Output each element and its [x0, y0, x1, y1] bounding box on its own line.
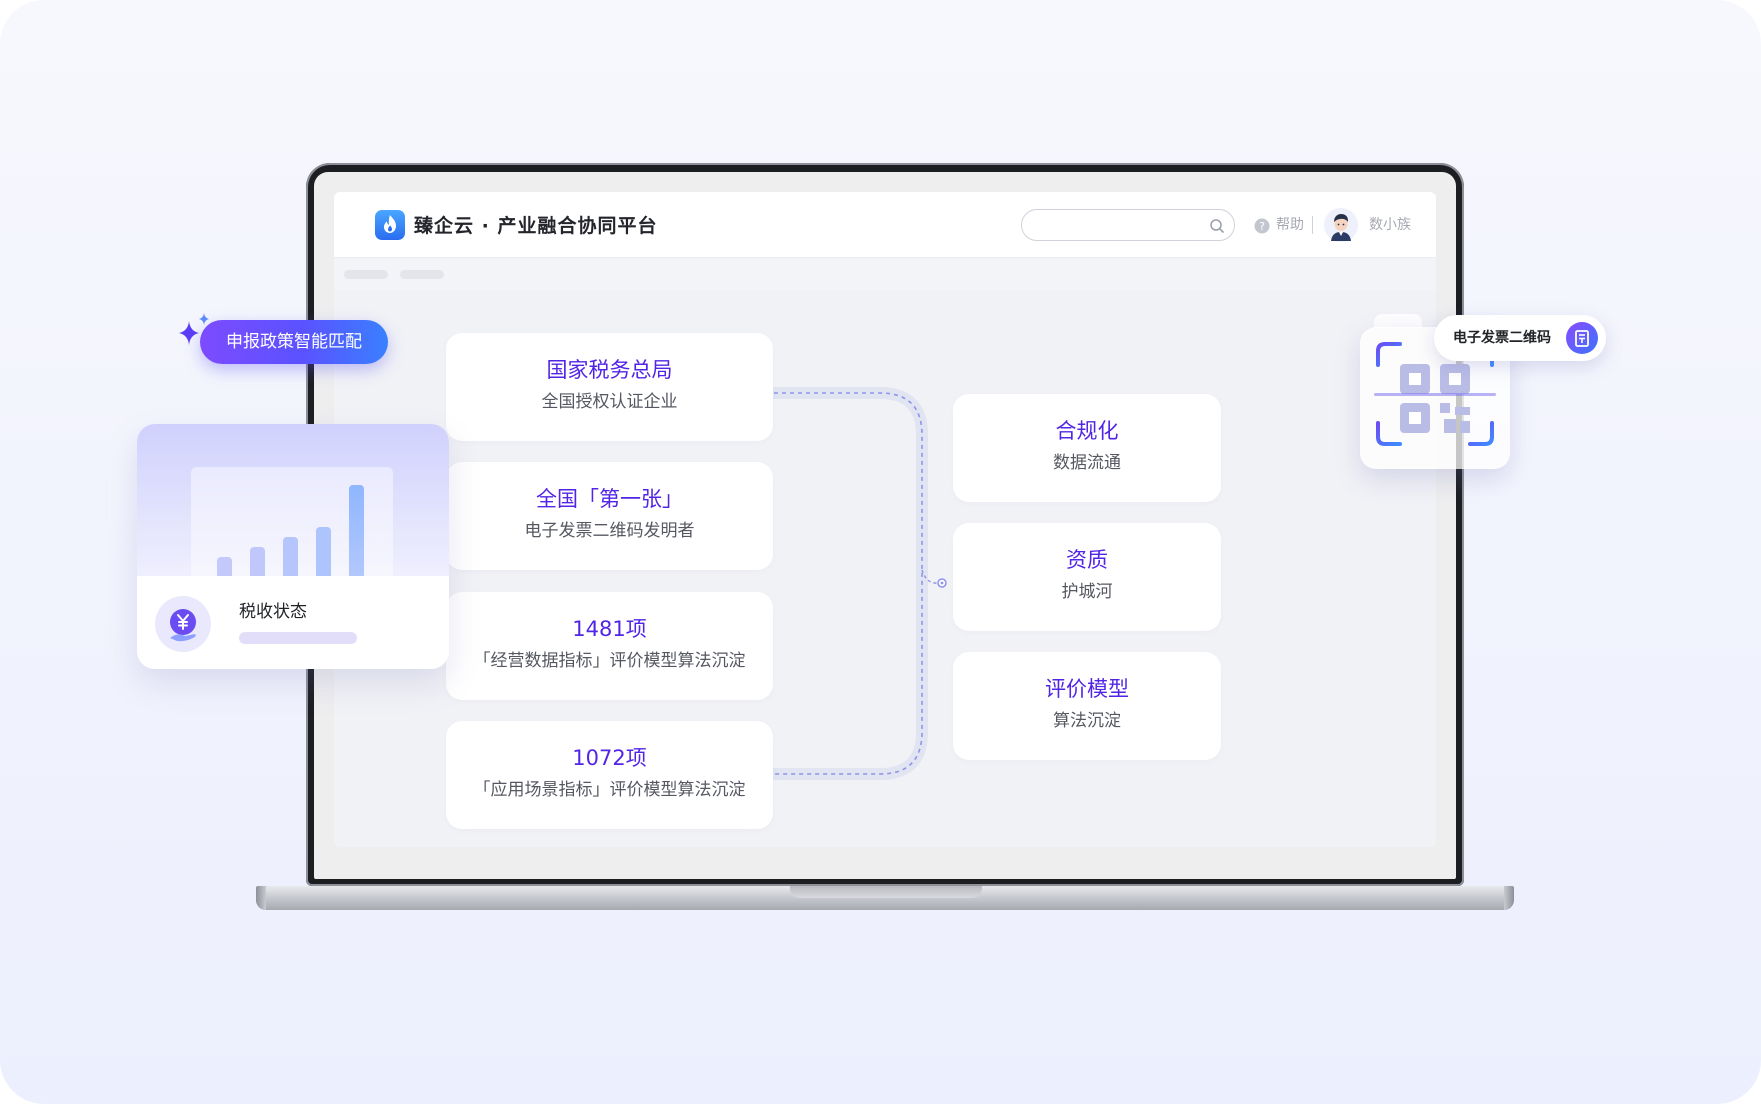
card-title: 1481项 — [572, 617, 647, 641]
tax-status-label: 税收状态 — [239, 602, 307, 622]
tax-chart-panel — [137, 424, 449, 577]
card-title: 资质 — [1066, 548, 1108, 572]
tax-status-progress — [239, 632, 357, 644]
card-title: 合规化 — [1055, 419, 1119, 443]
card-qualification[interactable]: 资质 护城河 — [953, 523, 1221, 631]
card-title: 全国「第一张」 — [536, 487, 683, 511]
tax-chart-bar — [283, 537, 298, 577]
card-scenario-indicators[interactable]: 1072项 「应用场景指标」评价模型算法沉淀 — [446, 721, 773, 829]
yuan-coin-icon — [155, 596, 211, 652]
qr-pill-label: 电子发票二维码 — [1453, 330, 1551, 346]
invoice-icon — [1566, 322, 1598, 354]
tax-chart-bar — [250, 547, 265, 577]
card-subtitle: 数据流通 — [1053, 453, 1121, 473]
tax-status-info: 税收状态 — [137, 576, 449, 669]
card-title: 1072项 — [572, 746, 647, 770]
card-subtitle: 算法沉淀 — [1053, 711, 1121, 731]
card-evaluation-model[interactable]: 评价模型 算法沉淀 — [953, 652, 1221, 760]
e-invoice-qr-badge[interactable]: 电子发票二维码 — [1434, 315, 1606, 361]
card-subtitle: 「应用场景指标」评价模型算法沉淀 — [473, 780, 746, 800]
card-first-invoice[interactable]: 全国「第一张」 电子发票二维码发明者 — [446, 462, 773, 570]
policy-match-badge[interactable]: 申报政策智能匹配 — [200, 320, 388, 364]
card-title: 国家税务总局 — [546, 358, 673, 382]
card-subtitle: 「经营数据指标」评价模型算法沉淀 — [473, 651, 746, 671]
card-title: 评价模型 — [1045, 677, 1129, 701]
tax-status-card[interactable]: 税收状态 — [137, 424, 449, 669]
tax-chart-bar — [217, 557, 232, 577]
tax-chart-bar — [316, 527, 331, 577]
tax-chart-bar — [349, 485, 364, 577]
card-business-indicators[interactable]: 1481项 「经营数据指标」评价模型算法沉淀 — [446, 592, 773, 700]
card-subtitle: 全国授权认证企业 — [541, 392, 678, 412]
qr-card-tab — [1374, 314, 1422, 328]
card-tax-bureau[interactable]: 国家税务总局 全国授权认证企业 — [446, 333, 773, 441]
card-subtitle: 电子发票二维码发明者 — [524, 521, 695, 541]
tax-chart-background — [191, 467, 393, 577]
card-compliance[interactable]: 合规化 数据流通 — [953, 394, 1221, 502]
card-subtitle: 护城河 — [1061, 582, 1113, 602]
